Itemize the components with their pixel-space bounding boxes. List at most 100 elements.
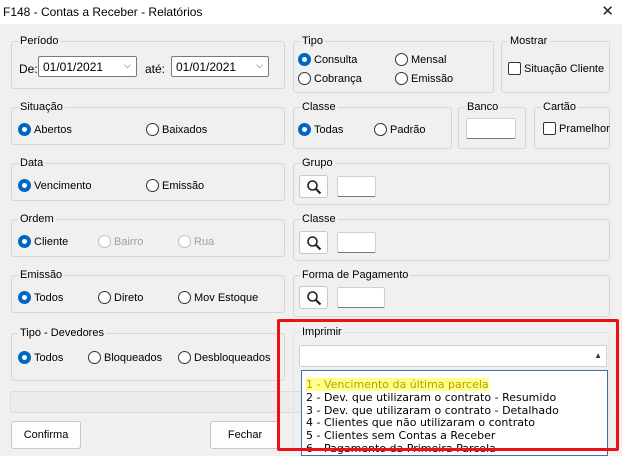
situacao-label: Situação	[18, 101, 65, 113]
tipo-option-label: Cobrança	[314, 72, 362, 85]
close-icon[interactable]: ✕	[601, 2, 614, 20]
forma-pagamento-input[interactable]	[337, 287, 385, 308]
search-icon	[307, 236, 322, 251]
radio-checked-icon	[18, 235, 31, 248]
highlight-frame	[277, 319, 619, 451]
forma-pagamento-label: Forma de Pagamento	[300, 269, 411, 281]
situacao-option-label: Baixados	[162, 123, 208, 136]
ordem-label: Ordem	[18, 213, 56, 225]
ordem-option-bairro: Bairro	[98, 235, 143, 248]
devedores-option-todos[interactable]: Todos	[18, 351, 63, 364]
grupo-search-button[interactable]	[299, 175, 328, 198]
tipo-devedores-label: Tipo - Devedores	[18, 327, 106, 339]
cartao-label: Cartão	[541, 101, 579, 113]
tipo-option-consulta[interactable]: Consulta	[298, 53, 357, 66]
tipo-option-label: Consulta	[314, 53, 358, 66]
pramelhor-checkbox[interactable]: Pramelhor	[543, 122, 610, 135]
fechar-button[interactable]: Fechar	[210, 421, 280, 449]
classe-option-label: Padrão	[390, 123, 426, 136]
tipo-label: Tipo	[300, 35, 325, 47]
emissao-label: Emissão	[18, 269, 65, 281]
situacao-option-abertos[interactable]: Abertos	[18, 123, 72, 136]
radio-icon	[88, 351, 101, 364]
search-icon	[307, 180, 322, 195]
tipo-group: Tipo	[293, 35, 494, 93]
situacao-cliente-checkbox[interactable]: Situação Cliente	[508, 62, 604, 75]
radio-icon	[374, 123, 387, 136]
tipo-option-label: Emissão	[411, 72, 454, 85]
devedores-option-bloqueados[interactable]: Bloqueados	[88, 351, 162, 364]
radio-icon	[146, 123, 159, 136]
classe-option-todas[interactable]: Todas	[298, 123, 343, 136]
banco-input[interactable]	[466, 118, 516, 139]
emissao-option-label: Mov Estoque	[194, 291, 259, 304]
window-title: F148 - Contas a Receber - Relatórios	[3, 5, 203, 19]
chevron-down-icon[interactable]: ⌵	[256, 60, 263, 71]
devedores-option-desbloqueados[interactable]: Desbloqueados	[178, 351, 270, 364]
grupo-input[interactable]	[337, 176, 376, 197]
confirma-button[interactable]: Confirma	[11, 421, 81, 449]
checkbox-icon	[543, 122, 556, 135]
data-option-label: Vencimento	[34, 179, 92, 192]
radio-icon	[178, 291, 191, 304]
radio-icon	[178, 235, 191, 248]
search-icon	[307, 291, 322, 306]
radio-icon	[98, 235, 111, 248]
classe-label: Classe	[300, 101, 338, 113]
ate-date-value: 01/01/2021	[176, 59, 237, 74]
chevron-down-icon[interactable]: ⌵	[124, 60, 131, 71]
situacao-cliente-label: Situação Cliente	[524, 62, 605, 75]
ordem-option-label: Cliente	[34, 235, 69, 248]
mostrar-label: Mostrar	[508, 35, 550, 47]
title-bar: F148 - Contas a Receber - Relatórios ✕	[0, 0, 622, 24]
tipo-option-cobranca[interactable]: Cobrança	[298, 72, 362, 85]
situacao-option-label: Abertos	[34, 123, 72, 136]
classe-search-button[interactable]	[299, 231, 328, 254]
ate-label: até:	[145, 62, 166, 76]
classe-option-padrao[interactable]: Padrão	[374, 123, 425, 136]
grupo-label: Grupo	[300, 157, 335, 169]
pramelhor-label: Pramelhor	[559, 122, 610, 135]
tipo-option-emissao[interactable]: Emissão	[395, 72, 453, 85]
tipo-option-mensal[interactable]: Mensal	[395, 53, 446, 66]
tipo-option-label: Mensal	[411, 53, 447, 66]
devedores-option-label: Desbloqueados	[194, 351, 271, 364]
classe-search-label: Classe	[300, 213, 338, 225]
de-date-value: 01/01/2021	[43, 59, 104, 74]
ate-date-field[interactable]: 01/01/2021 ⌵	[171, 56, 269, 77]
forma-pagamento-search-button[interactable]	[299, 286, 328, 309]
radio-icon	[98, 291, 111, 304]
data-label: Data	[18, 157, 46, 169]
emissao-option-direto[interactable]: Direto	[98, 291, 143, 304]
ordem-option-cliente[interactable]: Cliente	[18, 235, 68, 248]
devedores-option-label: Bloqueados	[104, 351, 163, 364]
radio-icon	[395, 72, 408, 85]
data-option-emissao[interactable]: Emissão	[146, 179, 204, 192]
de-label: De:	[19, 62, 38, 76]
ordem-option-label: Bairro	[114, 235, 144, 248]
emissao-option-todos[interactable]: Todos	[18, 291, 63, 304]
radio-icon	[395, 53, 408, 66]
ordem-option-label: Rua	[194, 235, 215, 248]
data-option-vencimento[interactable]: Vencimento	[18, 179, 91, 192]
radio-icon	[146, 179, 159, 192]
emissao-option-label: Todos	[34, 291, 64, 304]
radio-checked-icon	[298, 123, 311, 136]
radio-checked-icon	[18, 179, 31, 192]
radio-icon	[298, 72, 311, 85]
banco-label: Banco	[465, 101, 501, 113]
ordem-option-rua: Rua	[178, 235, 214, 248]
classe-option-label: Todas	[314, 123, 344, 136]
de-date-field[interactable]: 01/01/2021 ⌵	[38, 56, 137, 77]
emissao-option-mov-estoque[interactable]: Mov Estoque	[178, 291, 258, 304]
emissao-option-label: Direto	[114, 291, 144, 304]
situacao-option-baixados[interactable]: Baixados	[146, 123, 207, 136]
radio-checked-icon	[18, 291, 31, 304]
devedores-option-label: Todos	[34, 351, 64, 364]
data-option-label: Emissão	[162, 179, 205, 192]
radio-checked-icon	[298, 53, 311, 66]
radio-icon	[178, 351, 191, 364]
radio-checked-icon	[18, 123, 31, 136]
classe-input[interactable]	[337, 232, 376, 253]
periodo-label: Período	[18, 35, 61, 47]
